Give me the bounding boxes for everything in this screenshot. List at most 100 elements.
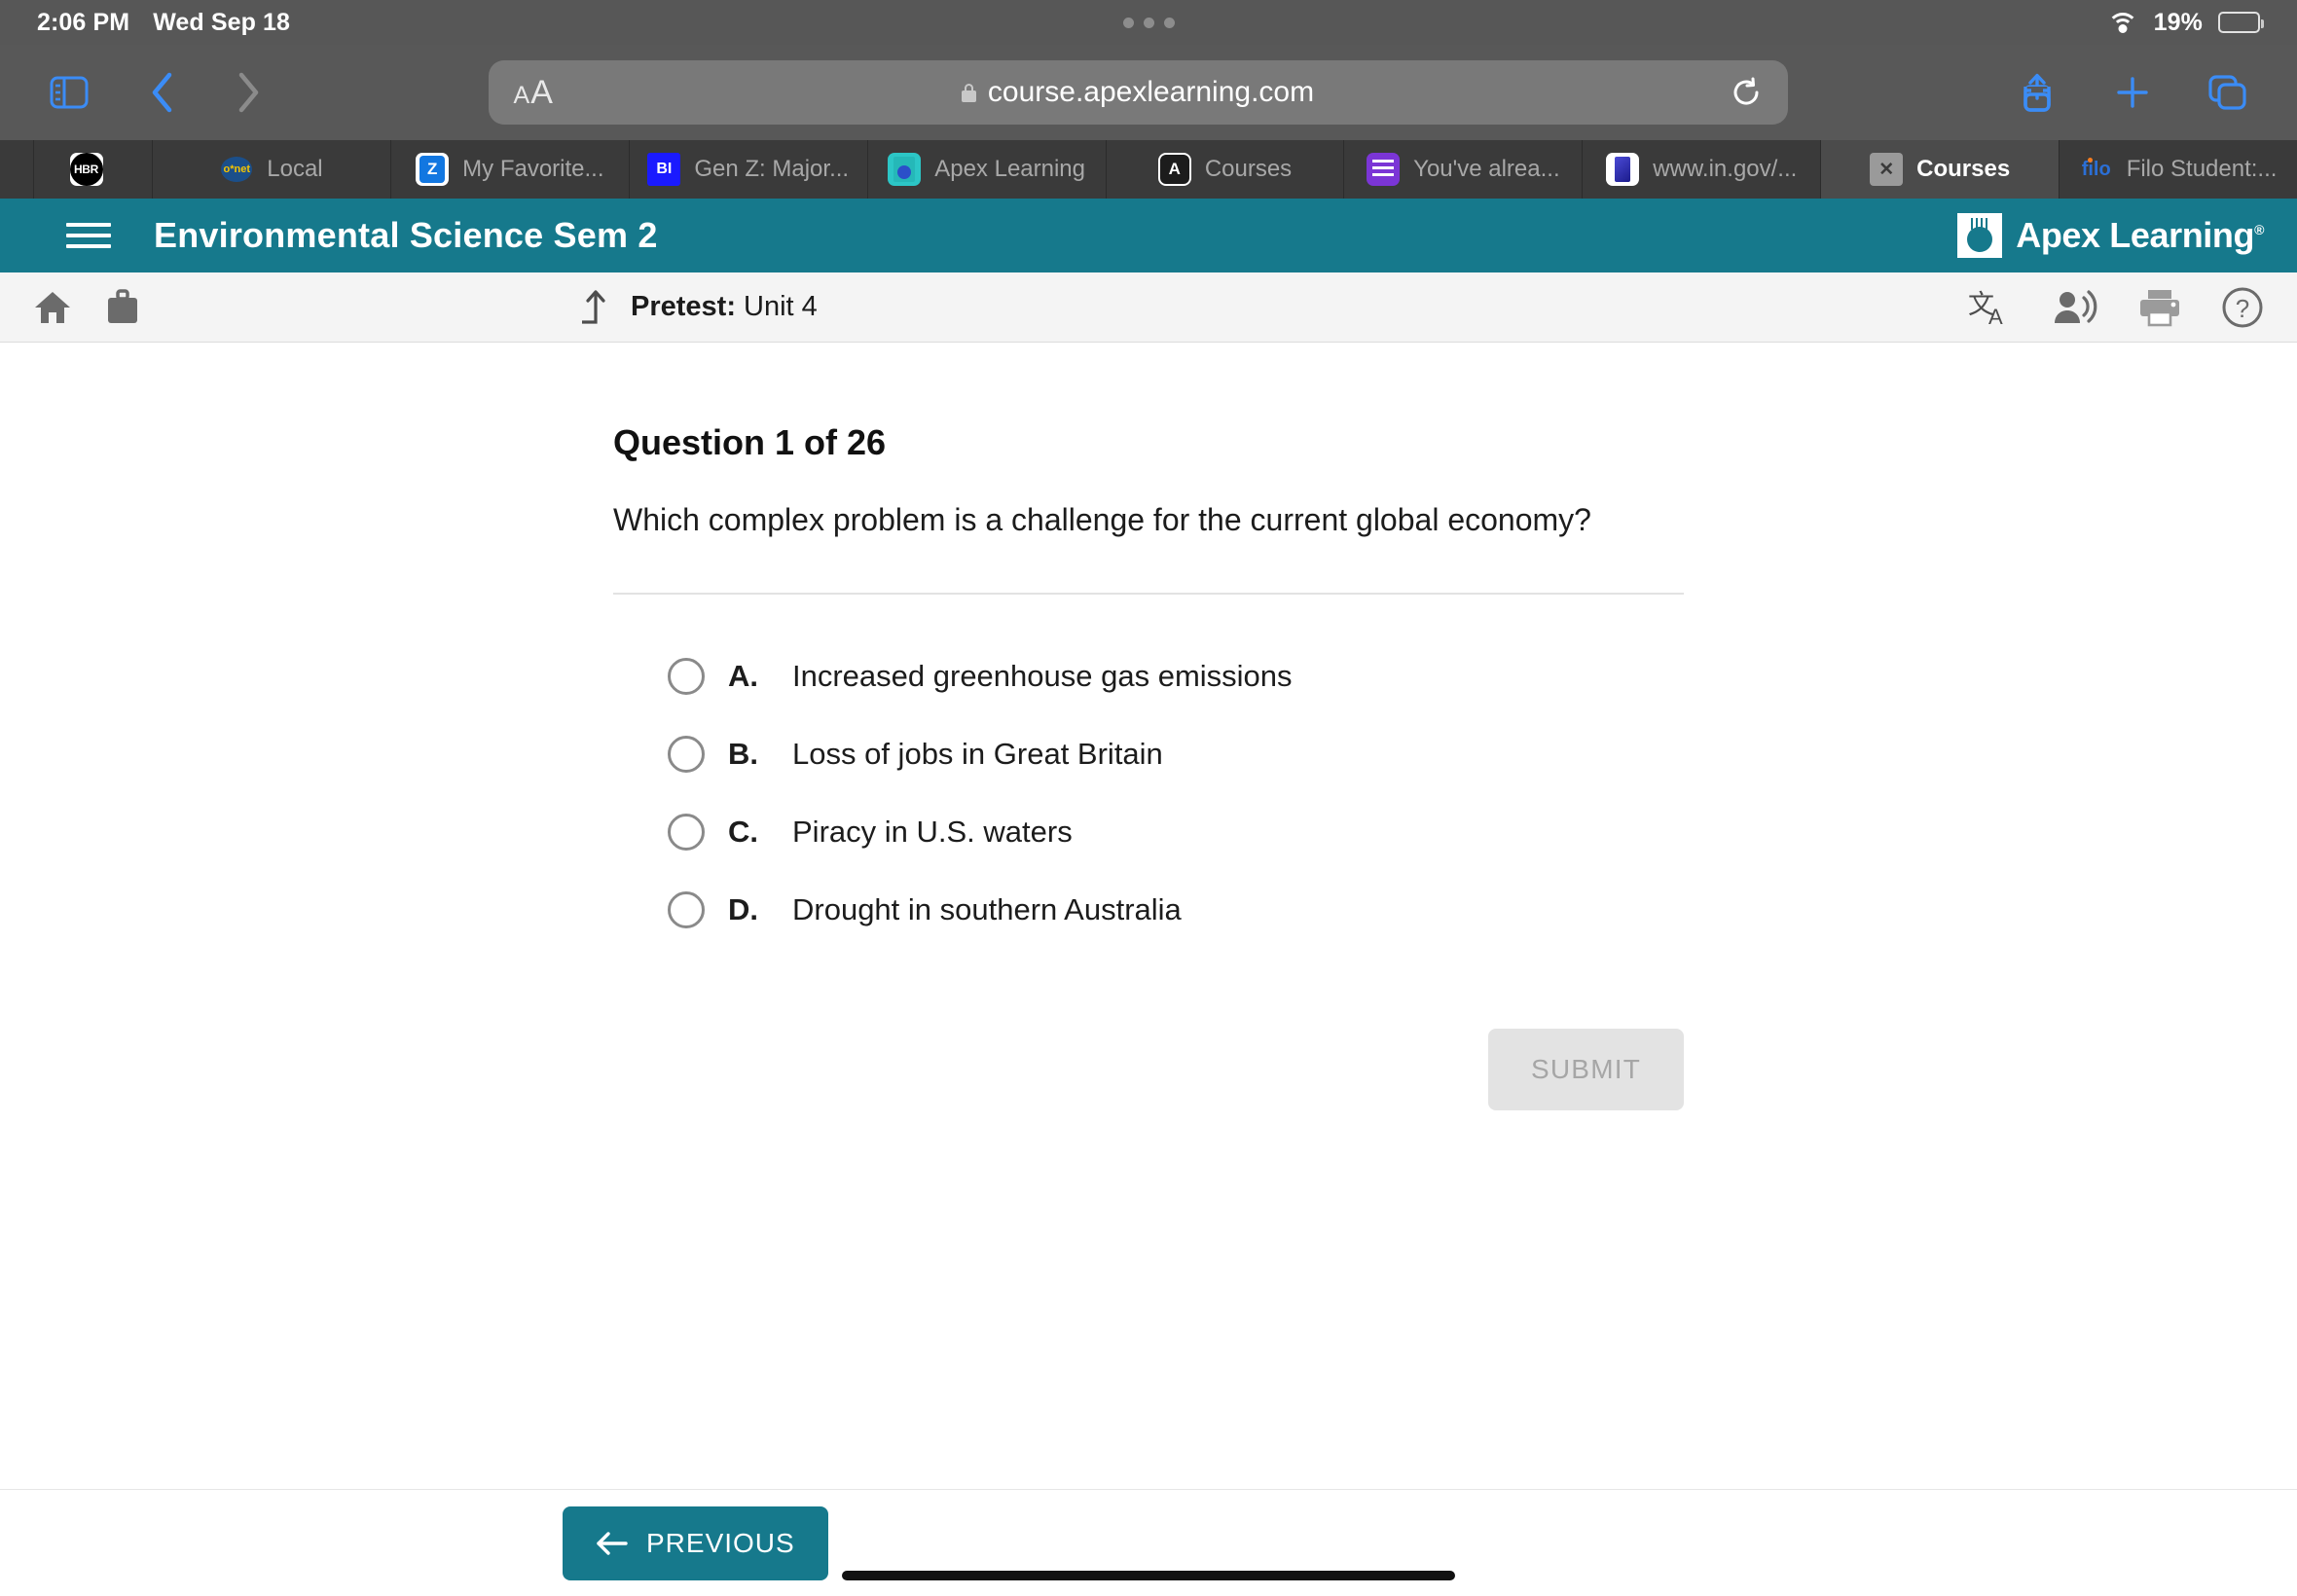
browser-tab[interactable]: Z My Favorite... (389, 140, 629, 199)
navigation-footer: PREVIOUS (0, 1489, 2297, 1596)
option-letter: D. (728, 892, 758, 926)
status-right-cluster: 19% (2106, 8, 2264, 37)
safari-right-actions (2001, 60, 2264, 125)
course-header: Environmental Science Sem 2 Apex Learnin… (0, 199, 2297, 272)
apex-logo-text: Apex Learning® (2016, 215, 2264, 255)
svg-text:A: A (1988, 305, 2003, 328)
previous-button[interactable]: PREVIOUS (563, 1505, 828, 1580)
status-bar: 2:06 PM Wed Sep 18 19% (0, 0, 2297, 45)
browser-tab[interactable]: www.in.gov/... (1582, 140, 1820, 199)
tab-title: Courses (1204, 156, 1293, 182)
back-button[interactable] (127, 60, 199, 125)
browser-tab[interactable]: BI Gen Z: Major... (628, 140, 867, 199)
answer-options: A. Increased greenhouse gas emissions B.… (613, 637, 1684, 949)
translate-icon[interactable]: 文A (1968, 287, 2013, 328)
apex-learning-logo: Apex Learning® (1957, 213, 2264, 258)
arrow-left-icon (596, 1531, 629, 1556)
dynamic-island-dots (0, 0, 2297, 45)
tab-title: Apex Learning (934, 156, 1085, 182)
breadcrumb: Pretest: Unit 4 (576, 287, 818, 328)
submit-button[interactable]: SUBMIT (1488, 1029, 1684, 1110)
share-icon[interactable] (2001, 60, 2073, 125)
forward-button (212, 60, 284, 125)
home-icon[interactable] (33, 289, 72, 326)
battery-icon (2218, 12, 2264, 33)
status-date: Wed Sep 18 (153, 8, 291, 36)
new-tab-icon[interactable] (2096, 60, 2169, 125)
status-time: 2:06 PM (37, 8, 130, 36)
lock-icon (961, 83, 976, 102)
browser-tab[interactable]: filo Filo Student:... (2059, 140, 2297, 199)
browser-tab[interactable]: HBR (33, 140, 152, 199)
browser-tab[interactable]: You've alrea... (1343, 140, 1582, 199)
apex-learning-icon (888, 153, 922, 186)
option-text: Piracy in U.S. waters (792, 815, 1073, 849)
address-bar[interactable]: AA course.apexlearning.com (488, 60, 1788, 125)
print-icon[interactable] (2137, 287, 2182, 328)
answer-option[interactable]: A. Increased greenhouse gas emissions (668, 637, 1684, 715)
option-letter: A. (728, 659, 758, 693)
option-letter: C. (728, 815, 758, 849)
browser-tab[interactable]: o*net Local (152, 140, 390, 199)
safari-toolbar: AA course.apexlearning.com (0, 45, 2297, 140)
radio-button[interactable] (668, 814, 705, 851)
tab-title: My Favorite... (462, 156, 604, 182)
url-display: course.apexlearning.com (489, 76, 1788, 109)
browser-tab[interactable]: Apex Learning (866, 140, 1106, 199)
activity-toolbar: Pretest: Unit 4 文A ? (0, 272, 2297, 343)
option-text: Increased greenhouse gas emissions (792, 659, 1293, 693)
submit-row: SUBMIT (613, 1029, 1684, 1110)
home-indicator[interactable] (842, 1571, 1455, 1580)
business-insider-icon: BI (647, 153, 681, 186)
toolbar-right-icons: 文A ? (1968, 286, 2264, 329)
ipad-screen: 2:06 PM Wed Sep 18 19% AA course.apexlea… (0, 0, 2297, 1596)
tab-title: Local (267, 156, 323, 182)
onet-icon: o*net (220, 153, 253, 186)
reload-icon[interactable] (1730, 76, 1763, 109)
answer-option[interactable]: D. Drought in southern Australia (668, 871, 1684, 949)
tab-bar: HBR o*net Local Z My Favorite... BI Gen … (0, 140, 2297, 199)
tabs-icon[interactable] (2192, 60, 2264, 125)
browser-tab-active[interactable]: ✕ Courses (1820, 140, 2060, 199)
hamburger-menu-icon[interactable] (66, 223, 111, 248)
breadcrumb-value: Unit 4 (744, 291, 818, 322)
radio-button[interactable] (668, 736, 705, 773)
battery-percent-label: 19% (2153, 8, 2203, 36)
question-panel: Question 1 of 26 Which complex problem i… (613, 343, 1684, 1110)
tab-spacer (0, 140, 33, 199)
exit-up-arrow-icon[interactable] (576, 287, 613, 328)
toolbar-left-icons (33, 288, 140, 326)
close-icon[interactable]: ✕ (1870, 153, 1904, 186)
tab-title: You've alrea... (1413, 156, 1560, 182)
tab-title: www.in.gov/... (1653, 156, 1798, 182)
option-text: Drought in southern Australia (792, 892, 1182, 926)
url-text: course.apexlearning.com (987, 76, 1315, 108)
apex-logo-mark (1957, 213, 2003, 258)
divider (613, 593, 1684, 595)
url-bar-container: AA course.apexlearning.com (284, 60, 1991, 125)
indiana-gov-icon (1606, 153, 1640, 186)
sidebar-icon[interactable] (33, 60, 105, 125)
read-aloud-icon[interactable] (2052, 288, 2098, 327)
breadcrumb-label: Pretest: (631, 291, 736, 322)
question-content: Question 1 of 26 Which complex problem i… (0, 343, 2297, 1489)
question-heading: Question 1 of 26 (613, 422, 887, 462)
question-prompt: Which complex problem is a challenge for… (613, 502, 1591, 537)
text-size-button[interactable]: AA (514, 74, 553, 112)
briefcase-icon[interactable] (105, 288, 140, 326)
filo-icon: filo (2081, 157, 2111, 180)
radio-button[interactable] (668, 658, 705, 695)
svg-text:?: ? (2236, 294, 2249, 323)
course-title: Environmental Science Sem 2 (154, 215, 658, 255)
option-text: Loss of jobs in Great Britain (792, 737, 1163, 771)
answer-option[interactable]: C. Piracy in U.S. waters (668, 793, 1684, 871)
tab-title: Courses (1916, 156, 2011, 182)
help-icon[interactable]: ? (2221, 286, 2264, 329)
browser-tab[interactable]: A Courses (1105, 140, 1344, 199)
radio-button[interactable] (668, 891, 705, 928)
apex-a-icon: A (1157, 153, 1191, 186)
tab-title: Gen Z: Major... (694, 156, 850, 182)
answer-option[interactable]: B. Loss of jobs in Great Britain (668, 715, 1684, 793)
option-letter: B. (728, 737, 758, 771)
wifi-icon (2106, 11, 2138, 34)
